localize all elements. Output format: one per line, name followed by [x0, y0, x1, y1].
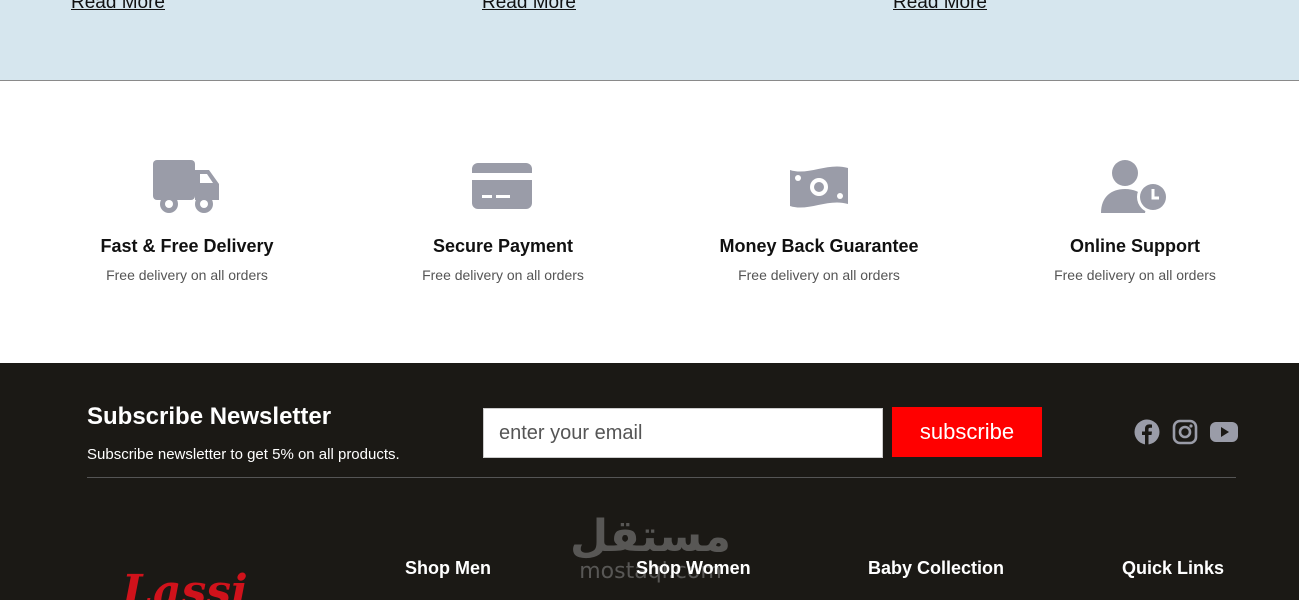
footer-heading-shop-women: Shop Women: [636, 558, 751, 578]
feature-desc: Free delivery on all orders: [1054, 267, 1216, 283]
subscribe-button[interactable]: subscribe: [892, 407, 1042, 457]
feature-title: Online Support: [1070, 236, 1200, 256]
feature-desc: Free delivery on all orders: [738, 267, 900, 283]
newsletter-subtitle: Subscribe newsletter to get 5% on all pr…: [87, 446, 400, 463]
credit-card-icon: [353, 158, 653, 216]
feature-delivery: Fast & Free Delivery Free delivery on al…: [37, 158, 337, 283]
feature-guarantee: Money Back Guarantee Free delivery on al…: [669, 158, 969, 283]
feature-desc: Free delivery on all orders: [106, 267, 268, 283]
footer-divider: [87, 477, 1236, 478]
email-input[interactable]: [483, 408, 883, 458]
logo-text: Lassi: [120, 566, 248, 600]
footer: Subscribe Newsletter Subscribe newslette…: [0, 363, 1299, 600]
read-more-link[interactable]: Read More: [482, 0, 576, 14]
feature-title: Money Back Guarantee: [719, 236, 919, 256]
footer-heading-shop-men: Shop Men: [405, 558, 491, 578]
youtube-icon[interactable]: [1210, 419, 1238, 445]
facebook-icon[interactable]: [1134, 419, 1160, 445]
social-links: [1134, 419, 1238, 445]
features-section: Fast & Free Delivery Free delivery on al…: [0, 81, 1299, 363]
blog-strip: Read More Read More Read More: [0, 0, 1299, 81]
feature-payment: Secure Payment Free delivery on all orde…: [353, 158, 653, 283]
feature-title: Fast & Free Delivery: [100, 236, 274, 256]
read-more-link[interactable]: Read More: [893, 0, 987, 14]
newsletter-title: Subscribe Newsletter: [87, 403, 332, 430]
instagram-icon[interactable]: [1172, 419, 1198, 445]
footer-heading-baby-collection: Baby Collection: [868, 558, 1005, 578]
truck-icon: [37, 158, 337, 216]
user-clock-icon: [985, 158, 1285, 216]
read-more-link[interactable]: Read More: [71, 0, 165, 14]
footer-heading-quick-links: Quick Links: [1122, 558, 1225, 578]
brand-logo[interactable]: Lassi: [120, 558, 250, 600]
feature-desc: Free delivery on all orders: [422, 267, 584, 283]
mostaql-watermark: مستقل mostaql.com: [568, 513, 733, 593]
feature-title: Secure Payment: [432, 236, 574, 256]
feature-support: Online Support Free delivery on all orde…: [985, 158, 1285, 283]
money-bill-icon: [669, 158, 969, 216]
watermark-arabic: مستقل: [570, 511, 731, 562]
